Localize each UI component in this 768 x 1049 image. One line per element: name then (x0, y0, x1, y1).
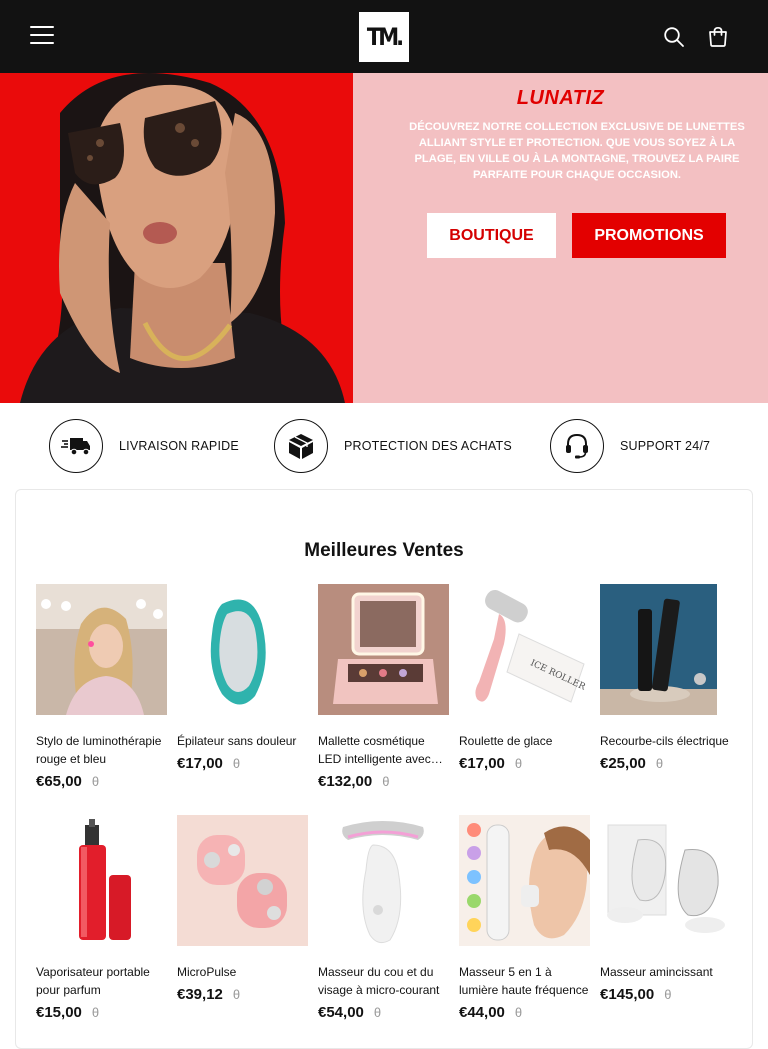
product-card[interactable]: Épilateur sans douleur €17,00 θ (177, 584, 308, 772)
price-value: €44,00 (459, 1004, 505, 1021)
product-card[interactable]: Masseur amincissant €145,00 θ (600, 815, 731, 1003)
product-name[interactable]: Masseur amincissant (600, 963, 731, 981)
product-price: €65,00 θ (36, 773, 167, 790)
product-name[interactable]: Masseur du cou et du visage à micro-cour… (318, 963, 449, 999)
price-value: €145,00 (600, 986, 655, 1003)
product-image[interactable] (36, 815, 167, 946)
product-price: €17,00 θ (177, 755, 308, 772)
price-value: €25,00 (600, 755, 646, 772)
product-price: €17,00 θ (459, 755, 590, 772)
product-image[interactable] (600, 815, 731, 946)
hero-content: LUNATIZ DÉCOUVREZ NOTRE COLLECTION EXCLU… (353, 73, 768, 403)
product-name[interactable]: Masseur 5 en 1 à lumière haute fréquence (459, 963, 590, 999)
product-name[interactable]: Recourbe-cils électrique (600, 732, 731, 750)
feature-purchase-protection: PROTECTION DES ACHATS (274, 419, 512, 473)
price-value: €15,00 (36, 1004, 82, 1021)
price-value: €39,12 (177, 986, 223, 1003)
headset-icon (550, 419, 604, 473)
product-card[interactable]: Mallette cosmétique LED intelligente ave… (318, 584, 449, 790)
product-image[interactable]: ICE ROLLER (459, 584, 590, 715)
product-name-text: Mallette cosmétique LED intelligente ave… (318, 734, 443, 766)
product-price: €15,00 θ (36, 1004, 167, 1021)
price-value: €54,00 (318, 1004, 364, 1021)
feature-support: SUPPORT 24/7 (550, 419, 710, 473)
product-name[interactable]: Vaporisateur portable pour parfum (36, 963, 167, 999)
boutique-button[interactable]: BOUTIQUE (427, 213, 556, 258)
price-value: €17,00 (459, 755, 505, 772)
product-image[interactable] (459, 815, 590, 946)
product-card[interactable]: Recourbe-cils électrique €25,00 θ (600, 584, 731, 772)
price-value: €17,00 (177, 755, 223, 772)
price-value: €132,00 (318, 773, 373, 790)
truck-icon (49, 419, 103, 473)
currency-icon: θ (514, 1005, 523, 1020)
product-name[interactable]: MicroPulse (177, 963, 308, 981)
feature-label: PROTECTION DES ACHATS (344, 439, 512, 453)
product-image[interactable] (36, 584, 167, 715)
product-price: €145,00 θ (600, 986, 731, 1003)
currency-icon: θ (655, 756, 664, 771)
search-icon[interactable] (662, 25, 686, 49)
store-logo[interactable]: TM. (359, 12, 409, 62)
promotions-button[interactable]: PROMOTIONS (572, 213, 726, 258)
currency-icon: θ (373, 1005, 382, 1020)
currency-icon: θ (232, 987, 241, 1002)
product-price: €25,00 θ (600, 755, 731, 772)
hero-description: DÉCOUVREZ NOTRE COLLECTION EXCLUSIVE DE … (409, 121, 745, 181)
product-image[interactable] (318, 815, 449, 946)
currency-icon: θ (514, 756, 523, 771)
price-value: €65,00 (36, 773, 82, 790)
product-image[interactable] (318, 584, 449, 715)
product-card[interactable]: Masseur 5 en 1 à lumière haute fréquence… (459, 815, 590, 1021)
product-price: €39,12 θ (177, 986, 308, 1003)
currency-icon: θ (664, 987, 672, 1002)
currency-icon: θ (232, 756, 241, 771)
product-image[interactable] (177, 815, 308, 946)
currency-icon: θ (382, 774, 390, 789)
product-card[interactable]: ICE ROLLER Roulette de glace €17,00 θ (459, 584, 590, 772)
menu-icon[interactable] (30, 26, 54, 48)
product-price: €132,00 θ (318, 773, 449, 790)
box-icon (274, 419, 328, 473)
hero-title: LUNATIZ (516, 87, 605, 109)
hero-banner: LUNATIZ DÉCOUVREZ NOTRE COLLECTION EXCLU… (0, 73, 768, 403)
product-price: €54,00 θ (318, 1004, 449, 1021)
feature-fast-delivery: LIVRAISON RAPIDE (49, 419, 239, 473)
currency-icon: θ (91, 1005, 100, 1020)
feature-label: SUPPORT 24/7 (620, 439, 711, 453)
product-name[interactable]: Mallette cosmétique LED intelligente ave… (318, 732, 449, 768)
logo-text: TM. (366, 23, 404, 51)
feature-label: LIVRAISON RAPIDE (119, 439, 239, 453)
product-name[interactable]: Stylo de luminothérapie rouge et bleu (36, 732, 167, 768)
product-image[interactable] (600, 584, 717, 715)
product-name[interactable]: Roulette de glace (459, 732, 590, 750)
product-card[interactable]: Stylo de luminothérapie rouge et bleu €6… (36, 584, 167, 790)
currency-icon: θ (91, 774, 100, 789)
product-name[interactable]: Épilateur sans douleur (177, 732, 308, 750)
product-card[interactable]: Vaporisateur portable pour parfum €15,00… (36, 815, 167, 1021)
cart-icon[interactable] (706, 25, 730, 49)
section-title: Meilleures Ventes (304, 540, 464, 561)
hero-image (0, 73, 353, 403)
product-price: €44,00 θ (459, 1004, 590, 1021)
product-card[interactable]: Masseur du cou et du visage à micro-cour… (318, 815, 449, 1021)
site-header: TM. (0, 0, 768, 73)
product-image[interactable] (177, 584, 308, 715)
product-card[interactable]: MicroPulse €39,12 θ (177, 815, 308, 1003)
